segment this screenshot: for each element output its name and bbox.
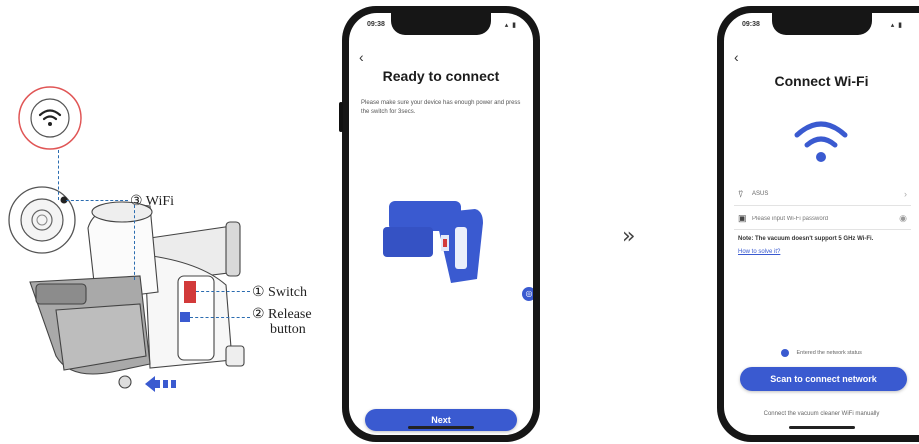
leader-line-switch (196, 291, 250, 292)
scan-to-connect-button[interactable]: Scan to connect network (740, 367, 907, 391)
vacuum-illustration (8, 86, 245, 392)
back-icon[interactable]: ‹ (359, 49, 364, 65)
status-time: 09:38 (742, 21, 760, 28)
page-title: Ready to connect (382, 68, 500, 84)
home-indicator (408, 426, 474, 429)
page-title: Connect Wi-Fi (774, 73, 869, 89)
switch-highlight (184, 281, 196, 303)
eye-icon[interactable]: ◉ (899, 213, 907, 224)
leader-line-tube (134, 205, 135, 280)
insert-arrow (145, 376, 176, 392)
notch (391, 13, 491, 35)
leader-line-wifi-vertical (58, 150, 59, 200)
password-row: ▣ ◉ (734, 211, 911, 230)
release-label-line2: button (270, 322, 306, 337)
status-icons: ▴ ▮ (504, 22, 517, 29)
release-button-highlight (180, 312, 190, 322)
status-time: 09:38 (367, 21, 385, 28)
checkbox-checked-icon[interactable] (781, 348, 790, 357)
vacuum-handle-illustration (383, 201, 483, 283)
network-status-checkbox-row[interactable]: Entered the network status (724, 344, 919, 357)
wifi-icon (794, 121, 848, 162)
help-icon[interactable]: ◎ (522, 287, 533, 301)
password-input[interactable] (752, 213, 872, 225)
note-text: Note: The vacuum doesn't support 5 GHz W… (738, 236, 874, 242)
side-button (339, 102, 343, 132)
checkbox-label: Entered the network status (796, 349, 862, 356)
home-indicator (788, 426, 855, 429)
notch (771, 13, 872, 35)
manual-connect-link[interactable]: Connect the vacuum cleaner WiFi manually (724, 411, 919, 417)
release-label: ② Release (252, 307, 312, 322)
network-select-row[interactable]: ⍢ ASUS › (734, 187, 911, 206)
lock-icon: ▣ (738, 213, 747, 223)
wifi-label: ③ WiFi (130, 194, 175, 209)
help-link[interactable]: How to solve it? (738, 249, 780, 255)
leader-line-wifi (66, 200, 128, 201)
screen-ready-to-connect: 09:38 ▴ ▮ ‹ Ready to connect Please make… (349, 13, 533, 435)
phone-ready-to-connect: 09:38 ▴ ▮ ‹ Ready to connect Please make… (339, 6, 540, 442)
product-diagram: ③ WiFi ① Switch ② Release button (0, 0, 330, 444)
network-name: ASUS (752, 191, 769, 197)
leader-line-release (190, 317, 250, 318)
status-icons: ▴ ▮ (890, 22, 903, 29)
screen-connect-wifi: 09:38 ▴ ▮ ‹ Connect Wi-Fi ⍢ ASUS › ▣ ◉ N… (724, 13, 919, 435)
phone-connect-wifi: 09:38 ▴ ▮ ‹ Connect Wi-Fi ⍢ ASUS › ▣ ◉ N… (717, 6, 919, 442)
switch-label: ① Switch (252, 285, 307, 300)
chevron-right-icon: › (904, 189, 907, 199)
next-step-arrow: » (622, 224, 636, 249)
back-icon[interactable]: ‹ (734, 49, 739, 65)
wifi-small-icon: ⍢ (738, 189, 744, 199)
description-text: Please make sure your device has enough … (361, 100, 521, 115)
